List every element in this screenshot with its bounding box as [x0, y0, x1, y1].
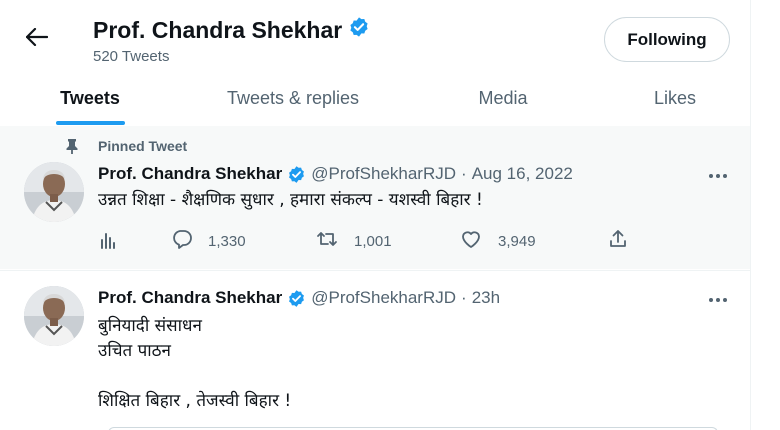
tweet[interactable]: Prof. Chandra Shekhar @ProfShekharRJD · …	[0, 270, 750, 430]
more-dots-icon	[708, 290, 728, 308]
tweet-text-line: उन्नत शिक्षा - शैक्षणिक सुधार , हमारा सं…	[98, 190, 483, 210]
separator-dot: ·	[461, 288, 467, 307]
tweet-text-line: शिक्षित बिहार , तेजस्वी बिहार !	[98, 391, 292, 411]
profile-name-text: Prof. Chandra Shekhar	[93, 16, 343, 43]
tab-tweets-replies[interactable]: Tweets & replies	[180, 72, 406, 125]
tab-label: Tweets	[60, 88, 120, 108]
tweet-text-line	[98, 364, 291, 389]
share-upload-icon	[608, 229, 628, 253]
retweet-button[interactable]: 1,001	[316, 229, 392, 253]
author-handle[interactable]: @ProfShekharRJD	[311, 288, 456, 308]
tweet-text: उन्नत शिक्षा - शैक्षणिक सुधार , हमारा सं…	[98, 188, 483, 213]
reply-button[interactable]: 1,330	[172, 229, 246, 253]
arrow-left-icon	[25, 27, 49, 51]
profile-tabs: Tweets Tweets & replies Media Likes	[0, 72, 750, 125]
retweet-icon	[316, 229, 354, 253]
pinned-tweet[interactable]: Pinned Tweet Prof. Chandra Shekhar @Prof…	[0, 126, 750, 269]
views-button[interactable]	[98, 231, 118, 253]
tweet-text: बुनियादी संसाधन उचित पाठन शिक्षित बिहार …	[98, 314, 291, 414]
following-button[interactable]: Following	[604, 17, 730, 62]
tweet-text-line: बुनियादी संसाधन	[98, 316, 202, 336]
share-button[interactable]	[608, 229, 628, 253]
tweet-header: Prof. Chandra Shekhar @ProfShekharRJD · …	[98, 164, 573, 184]
retweet-count: 1,001	[354, 232, 392, 250]
verified-badge-icon	[348, 16, 370, 44]
more-options-button[interactable]	[706, 290, 730, 308]
avatar[interactable]	[24, 162, 84, 222]
tab-likes[interactable]: Likes	[600, 72, 750, 125]
pin-icon	[64, 138, 80, 154]
tab-label: Tweets & replies	[226, 88, 360, 108]
tab-label: Media	[478, 88, 528, 108]
avatar[interactable]	[24, 286, 84, 346]
tweet-timestamp[interactable]: Aug 16, 2022	[472, 164, 573, 184]
pinned-tweet-label: Pinned Tweet	[64, 138, 187, 154]
pinned-label-text: Pinned Tweet	[98, 138, 188, 154]
author-name[interactable]: Prof. Chandra Shekhar	[98, 288, 282, 308]
tweet-actions: 1,330 1,001 3,949	[98, 229, 638, 253]
like-count: 3,949	[498, 232, 536, 250]
profile-header: Prof. Chandra Shekhar 520 Tweets Followi…	[0, 0, 750, 72]
tab-label: Likes	[653, 88, 697, 108]
reply-bubble-icon	[172, 229, 208, 253]
scroll-edge	[750, 0, 780, 430]
active-tab-indicator	[56, 121, 125, 125]
tab-media[interactable]: Media	[406, 72, 600, 125]
back-button[interactable]	[22, 24, 52, 54]
author-handle[interactable]: @ProfShekharRJD	[311, 164, 456, 184]
separator-dot: ·	[461, 164, 467, 183]
reply-count: 1,330	[208, 232, 246, 250]
like-button[interactable]: 3,949	[460, 229, 536, 253]
author-name[interactable]: Prof. Chandra Shekhar	[98, 164, 282, 184]
more-dots-icon	[708, 166, 728, 184]
tab-tweets[interactable]: Tweets	[0, 72, 180, 125]
verified-badge-icon	[287, 165, 306, 184]
heart-icon	[460, 229, 498, 253]
verified-badge-icon	[287, 289, 306, 308]
tweet-header: Prof. Chandra Shekhar @ProfShekharRJD · …	[98, 288, 500, 308]
views-bars-icon	[98, 231, 118, 253]
more-options-button[interactable]	[706, 166, 730, 184]
tweet-text-line: उचित पाठन	[98, 341, 171, 361]
tweet-count: 520 Tweets	[93, 48, 170, 65]
profile-name: Prof. Chandra Shekhar	[93, 16, 370, 44]
tweet-timestamp[interactable]: 23h	[472, 288, 500, 308]
